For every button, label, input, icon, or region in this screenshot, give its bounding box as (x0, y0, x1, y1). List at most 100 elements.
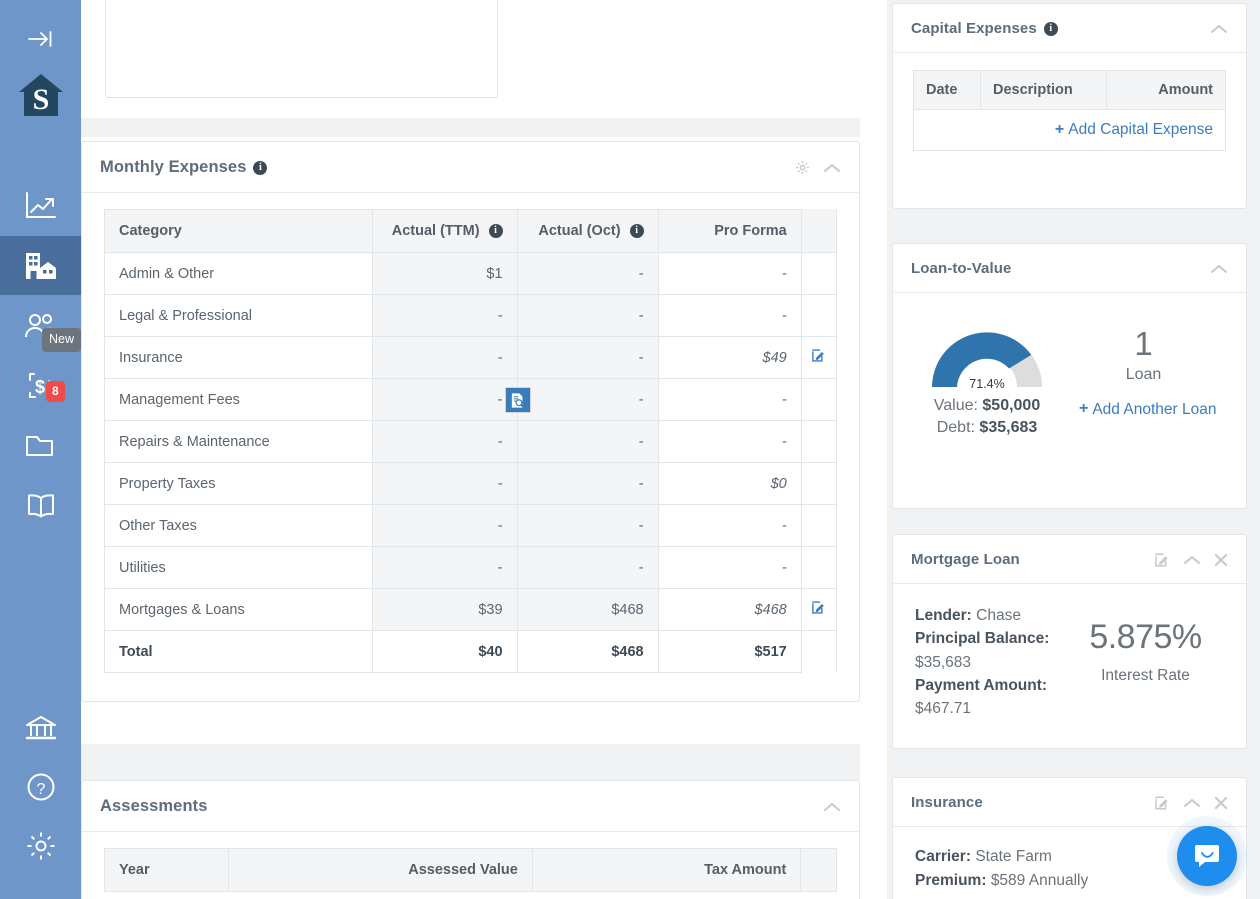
cell-category: Legal & Professional (105, 295, 373, 337)
plus-icon: + (1079, 401, 1088, 417)
cell-proforma[interactable]: - (658, 505, 801, 547)
cell-oct: - (517, 379, 658, 421)
mortgage-lender-line: Lender: Chase (915, 604, 1065, 627)
monthly-expenses-card: Monthly Expenses i (81, 141, 860, 702)
left-column: Monthly Expenses i (81, 0, 887, 899)
loan-to-value-title: Loan-to-Value (911, 260, 1011, 277)
add-another-loan-label: Add Another Loan (1092, 401, 1216, 419)
book-open-icon (24, 492, 58, 520)
sidebar-item-collapse-menu[interactable] (0, 18, 81, 60)
table-row: Insurance - - $49 (105, 337, 837, 379)
cell-oct: - (517, 547, 658, 589)
cell-total-oct: $468 (517, 631, 658, 673)
sidebar-item-banking[interactable] (0, 698, 81, 757)
close-icon[interactable] (1214, 553, 1228, 567)
insurance-premium-label: Premium: (915, 872, 987, 889)
cell-ttm: - (372, 337, 517, 379)
monthly-expenses-title-text: Monthly Expenses (100, 158, 246, 177)
cell-ttm: - (372, 505, 517, 547)
cell-category: Admin & Other (105, 253, 373, 295)
add-capital-expense-button[interactable]: + Add Capital Expense (1055, 121, 1213, 139)
assessments-card: Assessments Year Assessed Value (81, 780, 860, 899)
chat-launcher-button[interactable] (1177, 826, 1237, 886)
svg-text:S: S (32, 83, 49, 116)
cell-category: Other Taxes (105, 505, 373, 547)
mortgage-payment-line: Payment Amount: $467.71 (915, 674, 1065, 721)
add-another-loan-button[interactable]: + Add Another Loan (1079, 401, 1216, 419)
assessments-table: Year Assessed Value Tax Amount (104, 848, 837, 892)
chevron-up-icon[interactable] (1210, 23, 1228, 35)
gray-band-mid (81, 744, 860, 780)
table-header-row: Category Actual (TTM) i Actual (Oct) i P… (105, 210, 837, 253)
sidebar-bottom-group: ? (0, 698, 81, 899)
bank-icon (24, 714, 58, 742)
mortgage-principal-line: Principal Balance: $35,683 (915, 627, 1065, 674)
sidebar-item-properties[interactable] (0, 236, 81, 295)
cell-oct: - (517, 505, 658, 547)
close-icon[interactable] (1214, 796, 1228, 810)
cell-proforma[interactable]: - (658, 253, 801, 295)
sidebar-item-brand-logo[interactable]: S (0, 60, 81, 130)
monthly-expenses-table: Category Actual (TTM) i Actual (Oct) i P… (104, 209, 837, 673)
chevron-up-icon[interactable] (1183, 797, 1201, 809)
sidebar-item-help[interactable]: ? (0, 757, 81, 816)
cell-oct: - (517, 463, 658, 505)
chevron-up-icon[interactable] (1210, 263, 1228, 275)
gear-icon[interactable] (795, 160, 810, 175)
svg-text:$: $ (34, 377, 44, 397)
edit-icon[interactable] (811, 600, 826, 615)
capital-expenses-table: Date Description Amount + Add Capita (913, 70, 1226, 151)
sidebar-item-analytics[interactable] (0, 176, 81, 235)
mortgage-loan-header: Mortgage Loan (893, 535, 1246, 584)
cell-oct: - (517, 421, 658, 463)
cell-add-capital-expense: + Add Capital Expense (914, 110, 1226, 151)
cell-oct: $468 (517, 589, 658, 631)
mortgage-payment-value: $467.71 (915, 700, 971, 717)
cell-proforma[interactable]: $468 (658, 589, 801, 631)
cell-ttm: - (372, 295, 517, 337)
sidebar-item-settings[interactable] (0, 816, 81, 875)
document-search-icon[interactable] (505, 387, 531, 413)
sidebar-item-files[interactable] (0, 416, 81, 475)
chevron-up-icon[interactable] (1183, 554, 1201, 566)
cell-proforma[interactable]: - (658, 421, 801, 463)
cell-ttm: - (372, 421, 517, 463)
top-card-clipped (81, 0, 861, 118)
cell-ttm: $1 (372, 253, 517, 295)
col-date: Date (914, 71, 981, 110)
cell-ttm: - (372, 547, 517, 589)
insurance-premium-value: $589 Annually (991, 872, 1088, 889)
folder-open-icon (24, 432, 58, 460)
sidebar-item-tenants[interactable]: New (0, 296, 81, 355)
cell-proforma[interactable]: - (658, 547, 801, 589)
info-icon[interactable]: i (630, 224, 644, 238)
cell-actions (801, 379, 836, 421)
table-row: Management Fees - (105, 379, 837, 421)
edit-icon[interactable] (811, 348, 826, 363)
ltv-debt-amount: $35,683 (979, 419, 1037, 436)
sidebar-item-leases-money[interactable]: $ 8 (0, 356, 81, 415)
cell-actions (801, 589, 836, 631)
insurance-carrier-label: Carrier: (915, 848, 971, 865)
cell-ttm: - (372, 463, 517, 505)
cell-proforma[interactable]: - (658, 379, 801, 421)
cell-category: Insurance (105, 337, 373, 379)
cell-proforma[interactable]: $0 (658, 463, 801, 505)
col-assessed-value: Assessed Value (228, 849, 532, 892)
cell-actions (801, 631, 836, 673)
spacer (81, 137, 860, 140)
info-icon[interactable]: i (253, 161, 267, 175)
col-actual-ttm: Actual (TTM) i (372, 210, 517, 253)
cell-actions (801, 547, 836, 589)
cell-proforma[interactable]: - (658, 295, 801, 337)
info-icon[interactable]: i (489, 224, 503, 238)
edit-icon[interactable] (1154, 552, 1170, 568)
cell-proforma[interactable]: $49 (658, 337, 801, 379)
chevron-up-icon[interactable] (823, 162, 841, 174)
ltv-loan-count-section: 1 Loan + Add Another Loan (1061, 313, 1226, 437)
sidebar-item-resources[interactable] (0, 476, 81, 535)
edit-icon[interactable] (1154, 795, 1170, 811)
chevron-up-icon[interactable] (823, 801, 841, 813)
cell-category: Management Fees (105, 379, 373, 421)
info-icon[interactable]: i (1044, 22, 1058, 36)
